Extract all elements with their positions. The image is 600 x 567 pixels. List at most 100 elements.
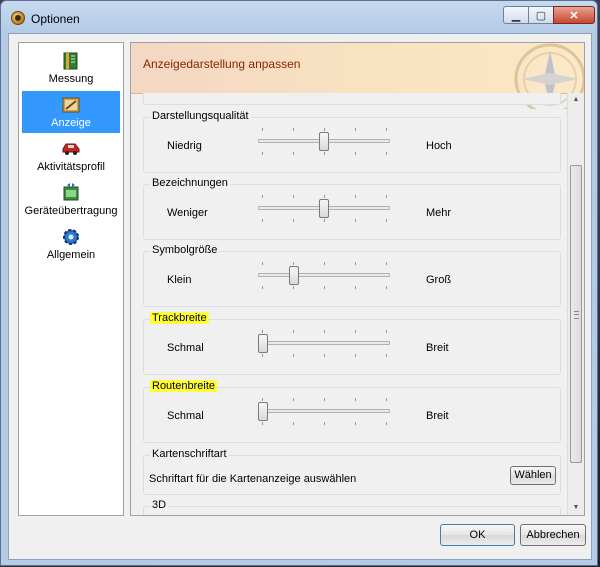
slider-tick — [386, 219, 387, 222]
device-transfer-icon — [63, 183, 79, 201]
slider-tick — [355, 262, 356, 265]
slider-tick — [386, 152, 387, 155]
slider-thumb-quality[interactable] — [319, 132, 329, 151]
slider-tick — [355, 354, 356, 357]
group-title: Darstellungsqualität — [150, 110, 251, 122]
group-title: 3D — [150, 499, 169, 511]
slider-ticks — [262, 128, 387, 131]
slider-tick — [262, 330, 263, 333]
sidebar-item-aktivitaetsprofil[interactable]: Aktivitätsprofil — [22, 135, 120, 177]
slider-tick — [386, 262, 387, 265]
previous-group-edge — [143, 93, 561, 105]
slider-track[interactable] — [258, 273, 390, 277]
vertical-scrollbar[interactable]: ▲ ▼ — [567, 93, 584, 515]
slider-tick — [324, 286, 325, 289]
slider-tick — [293, 262, 294, 265]
slider-track[interactable] — [258, 409, 390, 413]
sidebar-item-label: Aktivitätsprofil — [37, 161, 105, 173]
slider-tick — [386, 354, 387, 357]
slider-tick — [386, 398, 387, 401]
scroll-down-arrow-icon[interactable]: ▼ — [568, 501, 584, 515]
sidebar-item-label: Anzeige — [51, 117, 91, 129]
slider-tick — [293, 286, 294, 289]
settings-scroll-area[interactable]: Darstellungsqualität Niedrig Hoch Bezeic… — [131, 93, 569, 515]
slider-tick — [386, 286, 387, 289]
sidebar-item-messung[interactable]: Messung — [22, 47, 120, 89]
slider-tick — [262, 152, 263, 155]
sidebar-item-label: Geräteübertragung — [24, 205, 118, 217]
slider-min-label: Schmal — [167, 342, 204, 354]
ok-button[interactable]: OK — [440, 524, 515, 546]
scroll-up-arrow-icon[interactable]: ▲ — [568, 93, 584, 107]
ruler-book-icon — [63, 52, 78, 70]
group-3d: 3D — [143, 499, 561, 515]
slider-thumb-symbol-size[interactable] — [288, 266, 299, 285]
slider-track[interactable] — [258, 341, 390, 345]
slider-thumb-route-width[interactable] — [258, 402, 268, 421]
group-kartenschriftart: Kartenschriftart Schriftart für die Kart… — [143, 448, 561, 495]
app-compass-icon — [11, 11, 25, 25]
group-routenbreite: Routenbreite Schmal Breit — [143, 380, 561, 443]
choose-font-button[interactable]: Wählen — [510, 466, 556, 485]
sidebar-item-anzeige[interactable]: Anzeige — [22, 91, 120, 133]
slider-ticks — [262, 286, 387, 289]
slider-tick — [324, 422, 325, 425]
group-title: Kartenschriftart — [150, 448, 229, 460]
sidebar-item-geraeteuebertragung[interactable]: Geräteübertragung — [22, 179, 120, 221]
settings-pane: Anzeigedarstellung anpassen Darstellungs… — [130, 42, 585, 516]
font-description: Schriftart für die Kartenanzeige auswähl… — [149, 473, 357, 485]
slider-max-label: Breit — [426, 410, 449, 422]
slider-tick — [293, 354, 294, 357]
slider-tick — [355, 422, 356, 425]
minimize-button[interactable]: ▁ — [503, 6, 529, 24]
slider-tick — [355, 219, 356, 222]
slider-tick — [293, 152, 294, 155]
slider-tick — [293, 219, 294, 222]
slider-tick — [293, 195, 294, 198]
slider-tick — [324, 398, 325, 401]
slider-tick — [293, 398, 294, 401]
slider-min-label: Niedrig — [167, 140, 202, 152]
cancel-button[interactable]: Abbrechen — [520, 524, 586, 546]
maximize-button[interactable]: ▢ — [528, 6, 554, 24]
scrollbar-thumb[interactable] — [570, 165, 582, 463]
sidebar-item-label: Allgemein — [46, 249, 96, 261]
slider-tick — [386, 195, 387, 198]
sidebar-item-allgemein[interactable]: Allgemein — [22, 223, 120, 265]
gear-icon — [63, 229, 79, 245]
slider-tick — [355, 398, 356, 401]
slider-thumb-labels[interactable] — [319, 199, 329, 218]
group-darstellungsqualitaet: Darstellungsqualität Niedrig Hoch — [143, 110, 561, 173]
car-bike-icon — [62, 143, 80, 155]
title-bar[interactable]: Optionen ▁ ▢ ✕ — [1, 1, 597, 33]
dialog-client-area: Messung Anzeige Aktivitätsprofil Geräteü… — [8, 33, 592, 560]
slider-thumb-track-width[interactable] — [258, 334, 268, 353]
slider-max-label: Mehr — [426, 207, 452, 219]
slider-tick — [355, 152, 356, 155]
slider-max-label: Groß — [426, 274, 452, 286]
window-title: Optionen — [31, 12, 80, 26]
slider-tick — [355, 128, 356, 131]
group-title: Trackbreite — [150, 312, 209, 324]
group-title: Symbolgröße — [150, 244, 220, 256]
slider-tick — [324, 262, 325, 265]
group-trackbreite: Trackbreite Schmal Breit — [143, 312, 561, 375]
slider-min-label: Weniger — [167, 207, 208, 219]
slider-tick — [293, 422, 294, 425]
slider-tick — [262, 354, 263, 357]
slider-ticks — [262, 330, 387, 333]
slider-tick — [355, 286, 356, 289]
group-symbolgroesse: Symbolgröße Klein Groß — [143, 244, 561, 307]
slider-min-label: Schmal — [167, 410, 204, 422]
slider-tick — [262, 286, 263, 289]
slider-ticks — [262, 422, 387, 425]
grip-icon — [574, 311, 579, 319]
slider-tick — [324, 195, 325, 198]
close-button[interactable]: ✕ — [553, 6, 595, 24]
slider-tick — [262, 128, 263, 131]
group-bezeichnungen: Bezeichnungen Weniger Mehr — [143, 177, 561, 240]
options-dialog: Optionen ▁ ▢ ✕ Messung Anzeige Aktivität… — [0, 0, 598, 566]
slider-min-label: Klein — [167, 274, 192, 286]
slider-tick — [386, 422, 387, 425]
slider-ticks — [262, 354, 387, 357]
